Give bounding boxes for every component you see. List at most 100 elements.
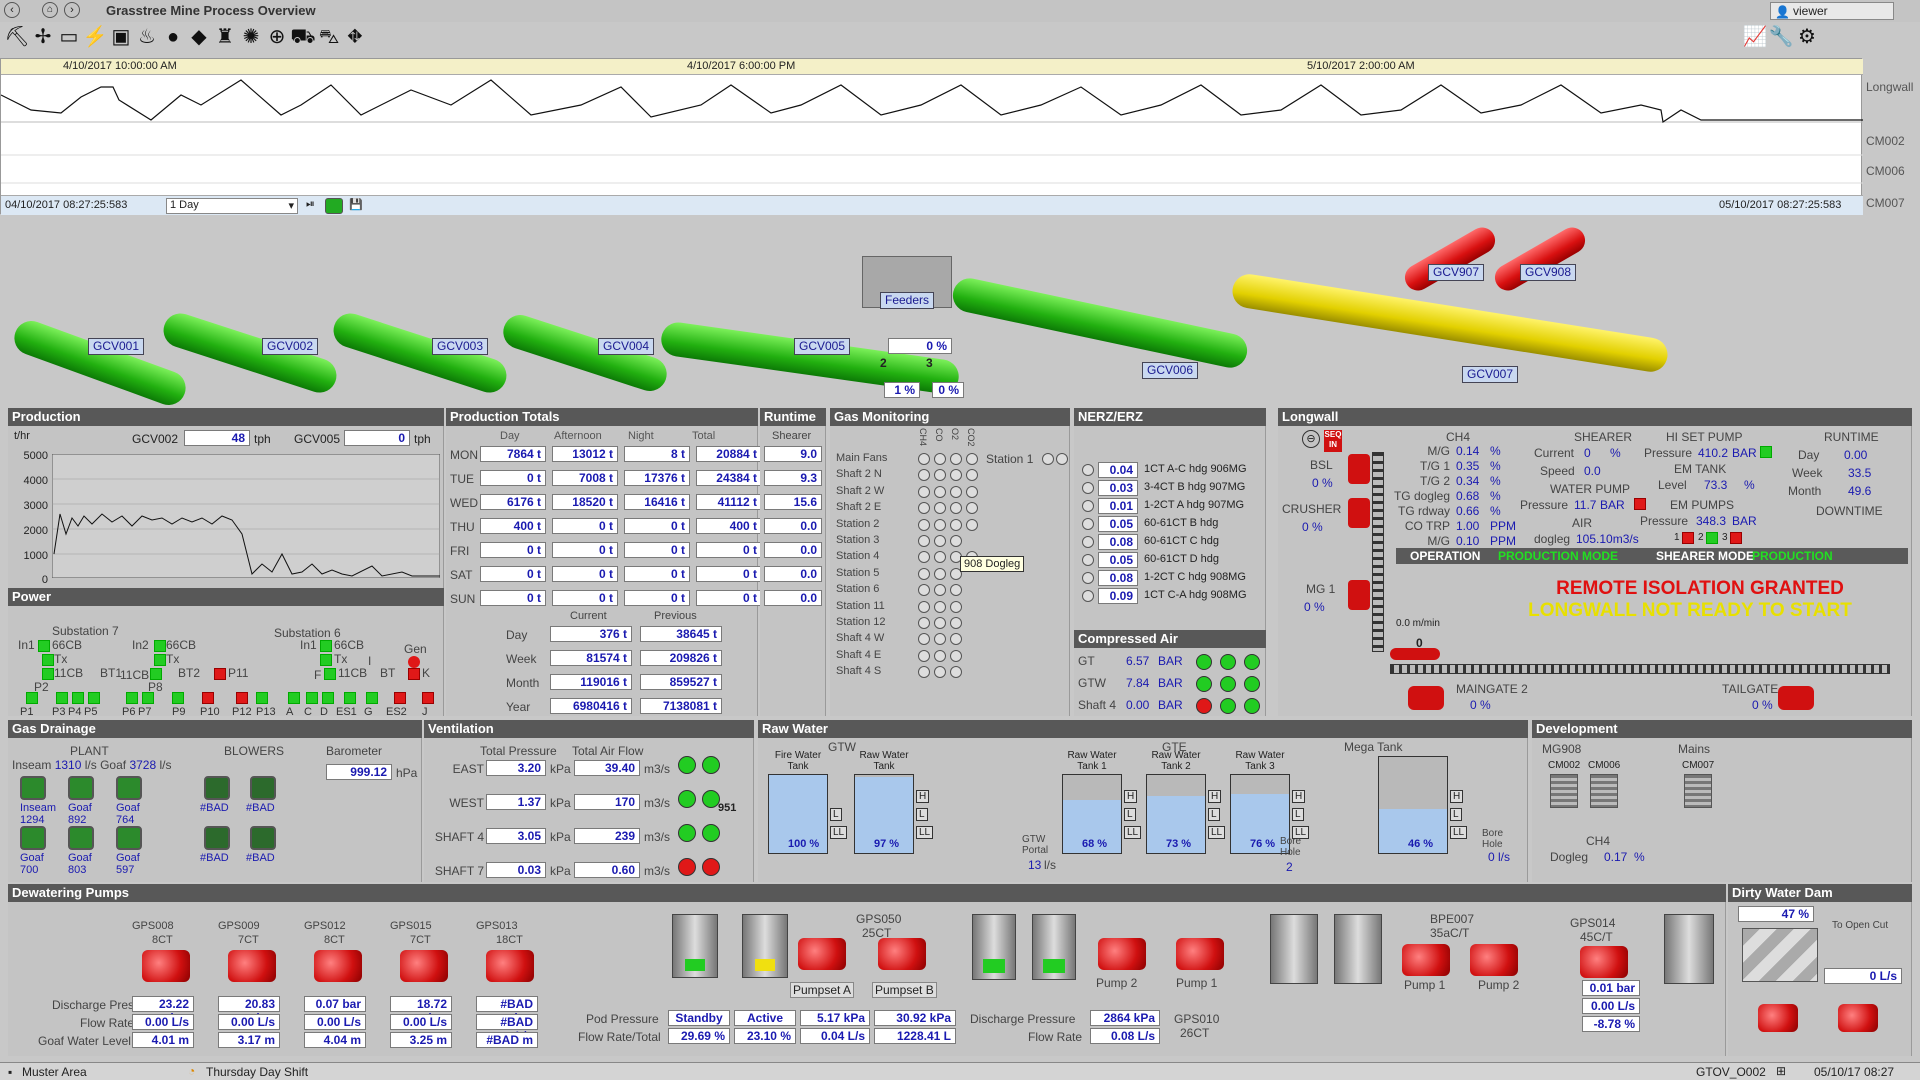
pump-icon[interactable]: ⊕ — [264, 24, 290, 50]
dam-pump-1[interactable] — [1758, 1004, 1798, 1032]
gps010-pump-1[interactable] — [1176, 938, 1224, 970]
conveyor-gcv908[interactable] — [1490, 222, 1590, 296]
dam-pump-2[interactable] — [1838, 1004, 1878, 1032]
crusher-motor[interactable] — [1348, 498, 1370, 528]
p11-breaker[interactable] — [214, 668, 226, 680]
gps010-pump-2[interactable] — [1098, 938, 1146, 970]
gps-pump[interactable] — [400, 950, 448, 982]
k-breaker[interactable] — [408, 668, 420, 680]
gas-status-indicator[interactable] — [950, 535, 962, 547]
cube-icon[interactable]: ◆ — [186, 24, 212, 50]
gas-status-indicator[interactable] — [934, 469, 946, 482]
compressor-status[interactable] — [1220, 698, 1236, 714]
in2-breaker[interactable] — [154, 640, 166, 652]
gas-status-indicator[interactable] — [950, 518, 962, 531]
gas-status-indicator[interactable] — [966, 518, 978, 531]
home-icon[interactable]: ⌂ — [42, 2, 58, 18]
gps-pump[interactable] — [142, 950, 190, 982]
mine-icon[interactable]: ⛏ — [4, 24, 30, 50]
cm006-icon[interactable] — [1590, 774, 1618, 808]
vent-fan-1-icon[interactable] — [678, 756, 696, 774]
compressor-status[interactable] — [1244, 654, 1260, 670]
pumpset-a[interactable] — [798, 938, 846, 970]
mg1-motor[interactable] — [1348, 580, 1370, 610]
nerz-indicator[interactable] — [1082, 572, 1094, 584]
gas-status-indicator[interactable] — [950, 485, 962, 498]
tools-icon[interactable]: 🔧 — [1768, 24, 1794, 50]
forward-icon[interactable]: › — [64, 2, 80, 18]
sub6-tx-breaker[interactable] — [320, 654, 332, 666]
gas-status-indicator[interactable] — [950, 617, 962, 629]
gas-status-indicator[interactable] — [934, 633, 946, 646]
gas-status-indicator[interactable] — [918, 485, 930, 498]
gas-status-indicator[interactable] — [934, 617, 946, 629]
gas-status-indicator[interactable] — [934, 551, 946, 564]
conveyor-gcv006[interactable] — [949, 275, 1251, 371]
gas-status-indicator[interactable] — [918, 453, 930, 465]
trend-icon[interactable]: 📈 — [1742, 24, 1768, 50]
water-drop-icon[interactable]: ● — [160, 24, 186, 50]
settings-icon[interactable]: ✺ — [238, 24, 264, 50]
conveyor-icon[interactable]: ▭ — [56, 24, 82, 50]
truck-icon[interactable]: ⛟ — [290, 24, 316, 50]
compressor-status[interactable] — [1244, 698, 1260, 714]
bsl-motor[interactable] — [1348, 454, 1370, 484]
gas-status-indicator[interactable] — [950, 502, 962, 515]
bpe-tank-2[interactable] — [1334, 914, 1382, 984]
water-pump-status[interactable] — [1634, 498, 1646, 510]
cb11b-breaker[interactable] — [150, 668, 162, 680]
gas-status-indicator[interactable] — [950, 666, 962, 679]
gas-status-indicator[interactable] — [918, 551, 930, 564]
vent-fan-2-icon[interactable] — [702, 756, 720, 774]
gps010-tank-2[interactable] — [1032, 914, 1076, 980]
gas-status-indicator[interactable] — [918, 518, 930, 531]
fan-icon[interactable] — [68, 776, 94, 800]
stop-icon[interactable]: ⊖ — [1302, 430, 1320, 448]
gcv006-tag[interactable]: GCV006 — [1142, 362, 1199, 379]
nerz-indicator[interactable] — [1082, 464, 1094, 476]
trend-start-time[interactable]: 04/10/2017 08:27:25:583 — [5, 199, 127, 211]
pumpset-b[interactable] — [878, 938, 926, 970]
generator-status[interactable] — [408, 656, 420, 668]
gas-status-indicator[interactable] — [934, 649, 946, 662]
nerz-indicator[interactable] — [1082, 590, 1094, 602]
gps-pump[interactable] — [486, 950, 534, 982]
compressor-status[interactable] — [1220, 654, 1236, 670]
gear-icon[interactable]: ⚙ — [1794, 24, 1820, 50]
fan-icon[interactable] — [116, 776, 142, 800]
blower-icon[interactable] — [204, 826, 230, 850]
fan-icon[interactable] — [20, 826, 46, 850]
gas-status-indicator[interactable] — [966, 469, 978, 482]
gcv007-tag[interactable]: GCV007 — [1462, 366, 1519, 383]
gcv002-tag[interactable]: GCV002 — [262, 338, 319, 355]
hi-set-status[interactable] — [1760, 446, 1772, 458]
gcv005-tag[interactable]: GCV005 — [794, 338, 851, 355]
play-icon[interactable] — [325, 198, 343, 214]
gps-pump[interactable] — [228, 950, 276, 982]
conveyor-gcv007[interactable] — [1230, 271, 1670, 375]
vent-fan-1-icon[interactable] — [678, 790, 696, 808]
gas-status-indicator[interactable] — [966, 502, 978, 515]
gps014-pump[interactable] — [1580, 946, 1628, 978]
bpe-pump-1[interactable] — [1402, 944, 1450, 976]
pod-tank-1[interactable] — [672, 914, 718, 978]
fire-icon[interactable]: ♨ — [134, 24, 160, 50]
gcv004-tag[interactable]: GCV004 — [598, 338, 655, 355]
cb11-breaker[interactable] — [42, 668, 54, 680]
nerz-indicator[interactable] — [1082, 554, 1094, 566]
vent-fan-1-icon[interactable] — [678, 824, 696, 842]
tailgate-motor[interactable] — [1778, 686, 1814, 710]
save-icon[interactable]: 💾 — [349, 198, 363, 211]
gas-status-indicator[interactable] — [934, 567, 946, 580]
gas-status-indicator[interactable] — [918, 633, 930, 646]
gcv908-tag[interactable]: GCV908 — [1520, 264, 1577, 281]
fan-icon[interactable] — [20, 776, 46, 800]
gas-status-indicator[interactable] — [918, 600, 930, 613]
tower-icon[interactable]: ♜ — [212, 24, 238, 50]
feeders-tag[interactable]: Feeders — [880, 292, 935, 309]
gas-status-indicator[interactable] — [918, 469, 930, 482]
bag-icon[interactable]: ▣ — [108, 24, 134, 50]
gas-status-indicator[interactable] — [966, 453, 978, 465]
gas-status-indicator[interactable] — [934, 453, 946, 465]
gas-status-indicator[interactable] — [950, 633, 962, 646]
